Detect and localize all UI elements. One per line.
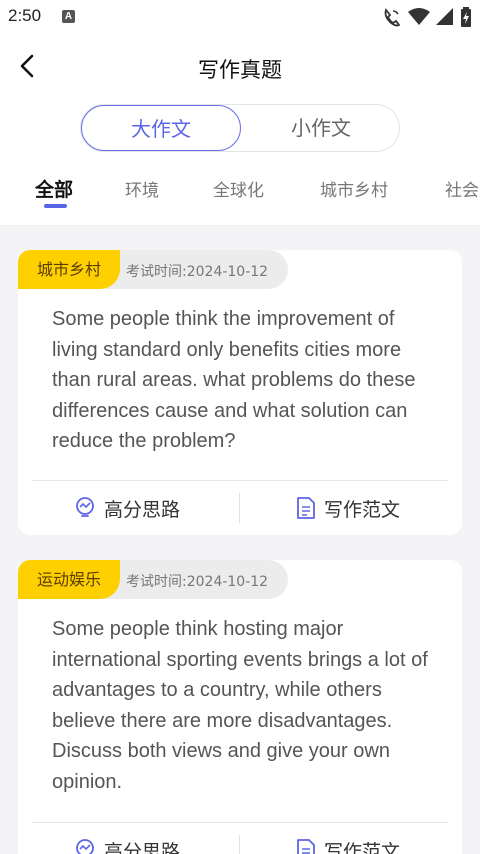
exam-time: 考试时间:2024-10-12	[126, 264, 269, 280]
status-icons	[382, 7, 472, 27]
status-bar: 2:50 A	[0, 0, 480, 34]
high-score-ideas-label: 高分思路	[104, 840, 181, 854]
tab-all[interactable]: 全部	[35, 175, 73, 202]
page-title: 写作真题	[198, 58, 282, 82]
high-score-ideas-button[interactable]: 高分思路	[74, 481, 180, 535]
document-icon	[297, 497, 315, 519]
question-card[interactable]: 考试时间:2024-10-12 运动娱乐 Some people think h…	[18, 560, 462, 854]
high-score-ideas-label: 高分思路	[104, 498, 181, 521]
sample-essay-label: 写作范文	[324, 840, 401, 854]
document-icon	[297, 839, 315, 854]
lightbulb-icon	[76, 497, 94, 517]
tab-city-country[interactable]: 城市乡村	[320, 176, 388, 201]
essay-type-switch-area: 大作文 小作文	[0, 100, 480, 160]
signal-icon	[436, 8, 453, 25]
category-tabs: 全部 环境 全球化 城市乡村 社会	[0, 160, 480, 226]
high-score-ideas-button[interactable]: 高分思路	[74, 823, 180, 854]
sample-essay-button[interactable]: 写作范文	[296, 823, 400, 854]
header: 写作真题	[0, 34, 480, 100]
topic-tag: 运动娱乐	[18, 560, 120, 599]
essay-type-switch: 大作文 小作文	[80, 104, 400, 152]
wifi-calling-icon	[384, 8, 401, 27]
topic-tag: 城市乡村	[18, 250, 120, 289]
segment-task1[interactable]: 小作文	[241, 105, 401, 151]
notification-icon: A	[62, 10, 75, 23]
action-separator	[239, 493, 240, 523]
tab-globalization[interactable]: 全球化	[213, 176, 264, 201]
question-text: Some people think the improvement of liv…	[52, 308, 416, 453]
tab-environment[interactable]: 环境	[125, 176, 159, 201]
question-text: Some people think hosting major internat…	[52, 618, 428, 793]
card-actions: 高分思路 写作范文	[18, 823, 462, 854]
lightbulb-icon	[76, 839, 94, 854]
sample-essay-button[interactable]: 写作范文	[296, 481, 400, 535]
sample-essay-label: 写作范文	[324, 498, 401, 521]
question-card[interactable]: 考试时间:2024-10-12 城市乡村 Some people think t…	[18, 250, 462, 535]
active-tab-indicator	[44, 204, 67, 208]
status-time: 2:50	[8, 6, 42, 25]
exam-time: 考试时间:2024-10-12	[126, 574, 269, 590]
action-separator	[239, 835, 240, 854]
battery-icon	[461, 7, 471, 27]
card-actions: 高分思路 写作范文	[18, 481, 462, 535]
segment-task2[interactable]: 大作文	[81, 105, 241, 151]
tab-society[interactable]: 社会	[445, 176, 479, 201]
wifi-icon	[408, 8, 430, 25]
